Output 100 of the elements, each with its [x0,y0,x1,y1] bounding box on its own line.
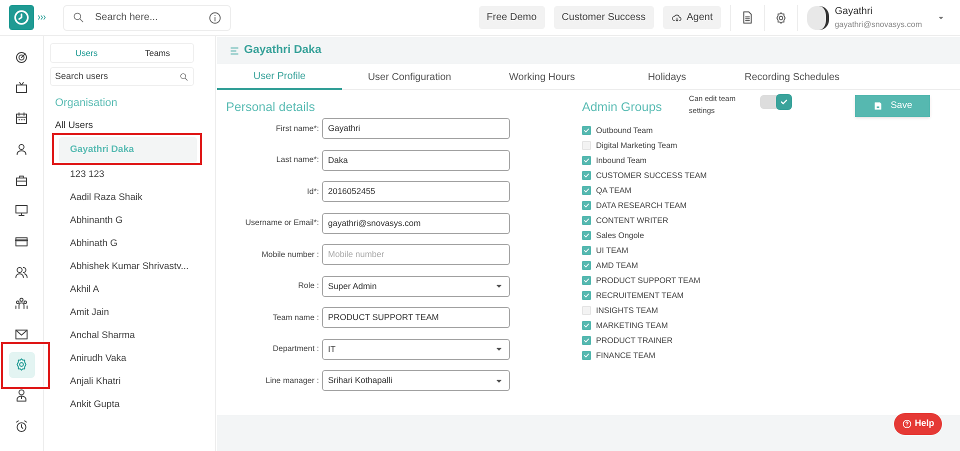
checkbox-label: Sales Ongole [596,230,644,242]
tv-icon [14,80,29,96]
header-button[interactable]: Customer Success [554,6,654,29]
clock-icon [12,8,31,27]
check-icon [583,247,590,254]
checkbox-label: AMD TEAM [596,260,638,272]
cloud-icon [670,12,683,24]
checkbox[interactable] [582,261,591,270]
toggle-switch[interactable] [760,95,792,109]
input-field[interactable]: 2016052455 [322,181,510,202]
user-list-item[interactable]: Anirudh Vaka [59,348,138,371]
dropdown[interactable]: Srihari Kothapalli [322,370,510,391]
field-label: Line manager : [266,374,319,386]
checkbox[interactable] [582,231,591,240]
checkbox[interactable] [582,126,591,135]
checkbox[interactable] [582,201,591,210]
field-label: Id*: [306,186,319,198]
check-icon [583,277,590,284]
mail-icon [14,326,29,342]
checkbox[interactable] [582,321,591,330]
highlight-frame [1,342,50,389]
checkbox[interactable] [582,171,591,180]
info-icon [208,10,222,24]
check-icon [583,292,590,299]
profile-tab[interactable]: Recording Schedules [727,64,857,90]
input-field[interactable]: PRODUCT SUPPORT TEAM [322,307,510,328]
check-icon [583,352,590,359]
checkbox-label: FINANCE TEAM [596,350,656,362]
profile-tab[interactable]: User Configuration [342,64,477,90]
input-field[interactable]: Daka [322,150,510,170]
tree-root-label[interactable]: All Users [55,120,94,132]
header-button[interactable]: Agent [662,6,721,29]
field-label: Mobile number : [262,248,319,260]
dropdown[interactable]: IT [322,338,510,360]
user-list-item[interactable]: Abhinath G [59,233,129,256]
user-list-item[interactable]: Abhinanth G [59,210,134,233]
dropdown[interactable]: Super Admin [322,276,510,296]
person-icon [14,142,29,157]
user-list-item[interactable]: Amit Jain [59,302,120,325]
checkbox-label: CONTENT WRITER [596,214,668,226]
profile-tab[interactable]: Working Hours [477,64,607,90]
monitor-icon [14,203,29,218]
settings-icon[interactable] [774,10,788,24]
search-field[interactable]: Search here... [63,4,231,30]
checkbox-label: UI TEAM [596,244,628,256]
checkbox[interactable] [582,186,591,195]
help-icon [902,419,912,429]
input-field[interactable]: gayathri@snovasys.com [322,212,510,234]
briefcase-icon [14,172,29,188]
checkbox-label: Digital Marketing Team [596,140,678,152]
field-label: Team name : [272,312,319,324]
checkbox[interactable] [582,291,591,300]
checkbox[interactable] [582,156,591,165]
user-list-item[interactable]: Anchal Sharma [59,325,146,348]
checkbox[interactable] [582,276,591,285]
app-logo[interactable] [9,5,34,30]
user-list-item[interactable]: Akhil A [59,279,110,302]
users-tab[interactable]: Teams [122,44,193,62]
checkbox[interactable] [582,141,591,150]
input-field[interactable]: Gayathri [322,118,510,139]
checkbox[interactable] [582,246,591,255]
checkbox[interactable] [582,216,591,225]
profile-tab[interactable]: Holidays [607,64,727,90]
checkbox[interactable] [582,336,591,345]
checkbox-label: INSIGHTS TEAM [596,304,658,316]
user-list-item[interactable]: Abhishek Kumar Shrivastv... [59,256,200,279]
field-label: Username or Email*: [245,217,319,229]
help-button[interactable]: Help [894,413,942,435]
field-label: First name*: [276,122,319,134]
checkbox[interactable] [582,306,591,315]
checkbox[interactable] [582,351,591,360]
checkbox-label: DATA RESEARCH TEAM [596,200,687,212]
header-button[interactable]: Free Demo [478,6,545,29]
user-email: gayathri@snovasys.com [834,18,922,30]
check-icon [583,157,590,164]
user-list-item[interactable]: Anjali Khatri [59,371,132,394]
user-list-item[interactable]: 123 123 [59,164,116,187]
group-icon [14,296,29,311]
section-heading: Personal details [226,99,315,115]
avatar-icon[interactable] [806,6,829,30]
checkbox-label: QA TEAM [596,184,632,196]
user-name: Gayathri [834,4,874,18]
check-icon [583,172,590,179]
checkbox-label: PRODUCT SUPPORT TEAM [596,274,700,286]
check-icon [583,322,590,329]
user-list-item[interactable]: Aadil Raza Shaik [59,187,154,210]
menu-icon[interactable] [229,44,241,56]
field-label: Department : [272,343,319,355]
field-label: Role : [298,280,319,292]
user-badge-icon [14,388,29,404]
section-heading: Organisation [55,96,118,110]
users-tab[interactable]: Users [51,44,122,62]
search-field[interactable]: Search users [50,67,194,86]
check-icon [583,337,590,344]
alarm-icon [14,419,29,434]
check-icon [583,262,590,269]
user-list-item[interactable]: Ankit Gupta [59,394,131,414]
check-icon [583,232,590,239]
section-heading: Admin Groups [582,99,662,115]
check-icon [583,202,590,209]
